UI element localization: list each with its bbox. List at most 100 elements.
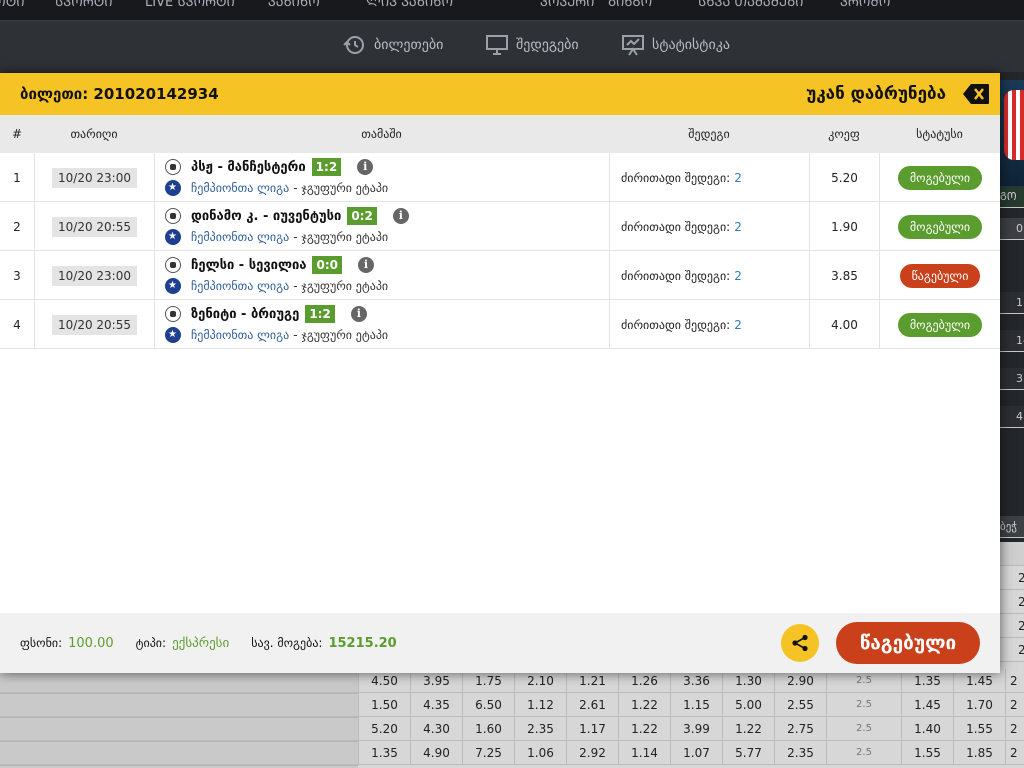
odds-cell[interactable]: 2 (1016, 614, 1024, 638)
monitor-icon (486, 35, 508, 55)
background-odds-row: 5.20 4.30 1.60 2.35 1.17 1.22 3.99 1.22 2.75 2.5 1… (0, 717, 1024, 741)
odds-cell[interactable]: 2 (1005, 693, 1024, 717)
odds-cell[interactable]: 2.5 (826, 717, 901, 741)
modal-footer: ფსონი: 100.00 ტიპი: ექსპრესი სავ. მოგება: 1… (0, 613, 1000, 673)
odds-cell[interactable]: 1.22 (722, 717, 774, 741)
odds-cell[interactable]: 1.06 (514, 741, 566, 765)
odds-cell[interactable]: 2 (1016, 590, 1024, 614)
topnav-item[interactable]: ᲝᲢᲘ (0, 0, 25, 10)
row-date: 10/20 23:00 (34, 153, 154, 202)
odds-cell[interactable]: 6.50 (462, 693, 514, 717)
topnav-item[interactable]: ᲞᲝᲙᲔᲠᲘ (540, 0, 594, 10)
info-icon[interactable]: i (392, 208, 409, 224)
row-status: მოგებული (879, 202, 1000, 251)
league-name: ჩემპიონთა ლიგა (191, 230, 290, 244)
subnav-label: სტატისტიკა (652, 37, 730, 53)
odds-cell[interactable]: 2 (1005, 741, 1024, 765)
topnav-item[interactable]: ᲑᲘᲜᲒᲝ (608, 0, 652, 10)
odds-cell[interactable]: 1.45 (901, 693, 953, 717)
odds-cell[interactable]: 5.00 (722, 693, 774, 717)
topnav-item[interactable]: ᲡᲮᲕᲐ ᲗᲐᲛᲐᲨᲔᲑᲘ (698, 0, 803, 10)
ticket-title: ბილეთი: 201020142934 (20, 85, 219, 103)
odds-cell[interactable]: 2.92 (566, 741, 618, 765)
row-result: ძირითადი შედეგი: 2 (609, 251, 809, 300)
topnav-item[interactable]: LIVE ᲡᲞᲝᲠᲢᲘ (145, 0, 235, 10)
odds-cell[interactable]: 4.90 (410, 741, 462, 765)
odds-cell[interactable]: 2.5 (826, 741, 901, 765)
odds-cell[interactable]: 1.35 (358, 741, 410, 765)
info-icon[interactable]: i (350, 306, 367, 322)
odds-cell[interactable]: 2.35 (514, 717, 566, 741)
odds-cell[interactable]: 1.15 (670, 693, 722, 717)
back-button[interactable]: უკან დაბრუნება (806, 83, 990, 105)
row-odds: 3.85 (809, 251, 879, 300)
row-status: მოგებული (879, 153, 1000, 202)
odds-cell[interactable]: 1.60 (462, 717, 514, 741)
odds-cell[interactable]: 5.77 (722, 741, 774, 765)
league-name: ჩემპიონთა ლიგა (191, 328, 290, 342)
odds-cell[interactable]: 2.55 (774, 693, 826, 717)
row-game: ზენიტი - ბრიუგე 1:2 i ჩემპიონთა ლიგა- ჯგუფუ… (154, 300, 609, 349)
odds-cell[interactable]: 2 (1016, 566, 1024, 590)
odds-cell[interactable]: 2.5 (826, 693, 901, 717)
match-name: დინამო კ. - იუვენტუსი (191, 208, 342, 224)
odds-cell[interactable]: 3.99 (670, 717, 722, 741)
odds-cell[interactable]: 4.35 (410, 693, 462, 717)
topnav-item[interactable]: ᲚᲘᲕ ᲙᲐᲖᲘᲜᲝ (366, 0, 453, 10)
bet-row: 210/20 20:55დინამო კ. - იუვენტუსი0:2iჩემ… (0, 202, 1000, 251)
status-badge: მოგებული (897, 312, 983, 337)
odds-cell[interactable]: 1.22 (618, 717, 670, 741)
subnav-label: შედეგები (516, 37, 579, 53)
odds-cell[interactable]: 1.07 (670, 741, 722, 765)
league-line: ჩემპიონთა ლიგა- ჯგუფური ეტაპი (165, 276, 388, 297)
odds-cell[interactable]: 2.75 (774, 717, 826, 741)
odds-cell[interactable]: 2 (1005, 669, 1024, 693)
share-icon (792, 634, 808, 652)
odds-cell[interactable]: 4.30 (410, 717, 462, 741)
league-stage: - ჯგუფური ეტაპი (293, 181, 389, 195)
col-num: # (11, 127, 23, 141)
odds-cell[interactable]: 1.55 (953, 717, 1005, 741)
league-stage: - ჯგუფური ეტაპი (293, 279, 389, 293)
potential-win: სავ. მოგება: 15215.20 (251, 636, 397, 651)
league-name: ჩემპიონთა ლიგა (191, 279, 290, 293)
subnav-tickets[interactable]: ბილეთები (342, 31, 443, 59)
odds-cell[interactable]: 1.40 (901, 717, 953, 741)
odds-cell[interactable]: 2 (1016, 638, 1024, 662)
topnav-item[interactable]: ᲙᲐᲖᲘᲜᲝ (268, 0, 320, 10)
stake-value: 100.00 (68, 635, 114, 651)
info-icon[interactable]: i (357, 159, 374, 175)
result-label: ძირითადი შედეგი: (621, 219, 731, 234)
odds-cell[interactable]: 1.14 (618, 741, 670, 765)
row-result: ძირითადი შედეგი: 2 (609, 300, 809, 349)
odds-cell[interactable]: 1.50 (358, 693, 410, 717)
odds-cell[interactable]: 5.20 (358, 717, 410, 741)
date-value: 10/20 20:55 (52, 314, 137, 335)
info-icon[interactable]: i (357, 257, 374, 273)
subnav-label: ბილეთები (374, 37, 444, 53)
odds-cell[interactable]: 1.55 (901, 741, 953, 765)
subnav-statistics[interactable]: სტატისტიკა (622, 31, 730, 59)
score-badge: 0:0 (312, 256, 342, 274)
league-stage: - ჯგუფური ეტაპი (293, 230, 389, 244)
odds-cell[interactable]: 2.35 (774, 741, 826, 765)
row-number: 2 (13, 219, 21, 234)
odds-cell[interactable]: 1.22 (618, 693, 670, 717)
odds-cell[interactable]: 7.25 (462, 741, 514, 765)
topnav-item[interactable]: ᲞᲠᲝᲛᲝ (840, 0, 890, 10)
background-cell: ბეჭ (998, 516, 1024, 538)
row-odds: 1.90 (809, 202, 879, 251)
odds-cell[interactable]: 2.61 (566, 693, 618, 717)
odds-cell[interactable]: 1.70 (953, 693, 1005, 717)
odds-cell[interactable]: 2 (1005, 717, 1024, 741)
odds-cell[interactable]: 1.17 (566, 717, 618, 741)
champions-league-icon (165, 229, 181, 245)
odds-cell[interactable]: 1.85 (953, 741, 1005, 765)
odds-cell[interactable]: 1.12 (514, 693, 566, 717)
col-result: შედეგი (688, 127, 730, 141)
top-navigation: ᲝᲢᲘ ᲡᲞᲝᲠᲢᲘ LIVE ᲡᲞᲝᲠᲢᲘ ᲙᲐᲖᲘᲜᲝ ᲚᲘᲕ ᲙᲐᲖᲘᲜᲝ… (0, 0, 1024, 20)
topnav-item[interactable]: ᲡᲞᲝᲠᲢᲘ (55, 0, 113, 10)
share-button[interactable] (781, 624, 819, 662)
subnav-results[interactable]: შედეგები (486, 31, 579, 59)
date-value: 10/20 23:00 (52, 265, 137, 286)
